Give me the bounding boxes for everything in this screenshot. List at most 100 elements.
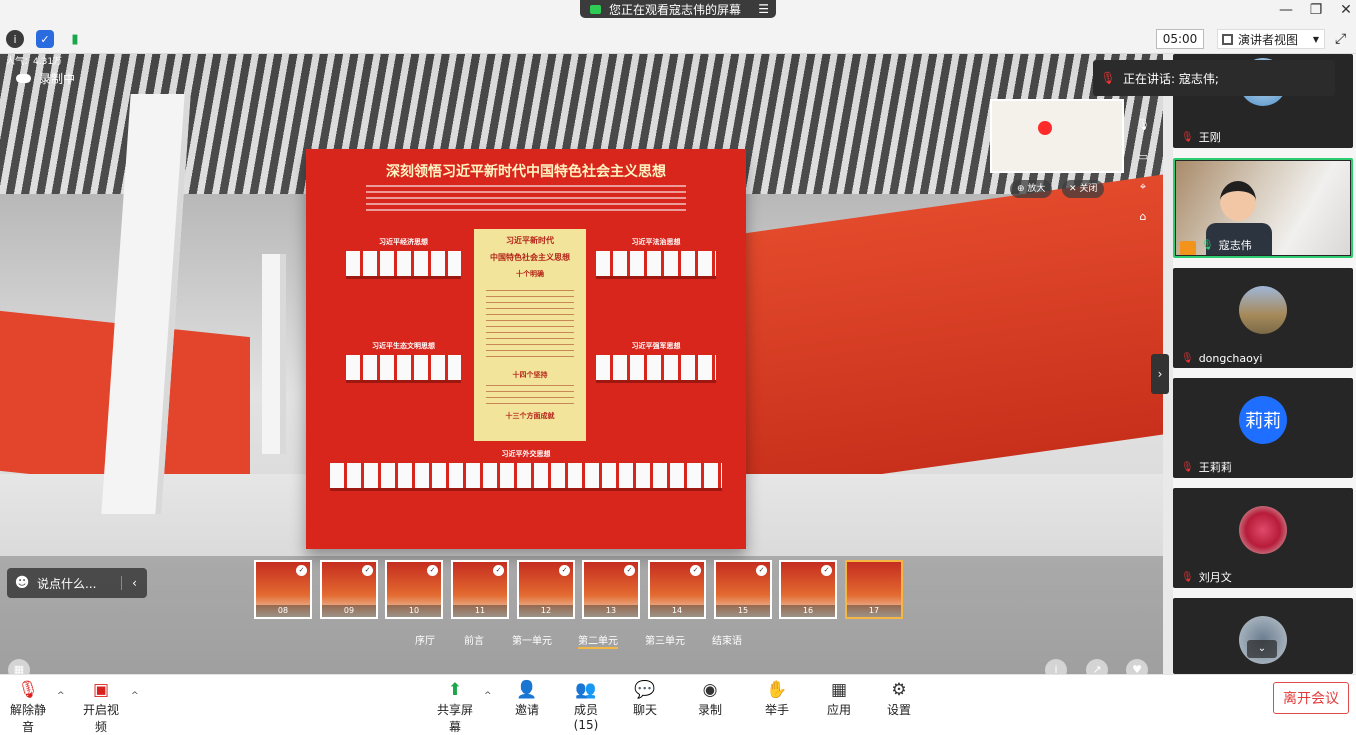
info-icon[interactable]: i (1045, 659, 1067, 674)
shield-icon[interactable]: ✓ (36, 30, 54, 48)
start-video-button[interactable]: ▣ 开启视频 (78, 680, 124, 735)
like-icon[interactable]: ♥ (1126, 659, 1148, 674)
settings-button[interactable]: ⚙ 设置 (886, 680, 912, 718)
participant-name: 🎙 王莉莉 (1181, 459, 1232, 475)
exhibit-board[interactable]: 深刻领悟习近平新时代中国特色社会主义思想 习近平经济思想 习近平法治思想 习近平… (306, 149, 746, 549)
unmute-button[interactable]: 🎙 解除静音 (6, 680, 50, 735)
participant-name: 🎙 寇志伟 (1201, 237, 1252, 253)
books (596, 355, 716, 383)
muted-mic-icon: 🎙 (1181, 571, 1194, 583)
participant-tile[interactable] (1173, 598, 1353, 674)
check-icon: ✓ (362, 565, 373, 576)
books (346, 355, 461, 383)
list-icon[interactable]: ☰ (758, 2, 769, 16)
unit-tab[interactable]: 第三单元 (645, 632, 685, 647)
unit-tab-active[interactable]: 第二单元 (578, 632, 618, 649)
chevron-left-icon[interactable]: ‹ (121, 576, 147, 590)
share-banner-text: 您正在观看寇志伟的屏幕 (609, 2, 742, 17)
scene-thumbnail[interactable]: ✓ 09 (320, 560, 378, 619)
thumb-number: 09 (322, 605, 376, 617)
minimize-button[interactable]: — (1276, 2, 1296, 18)
share-banner[interactable]: 您正在观看寇志伟的屏幕 ☰ (580, 0, 776, 18)
check-icon: ✓ (624, 565, 635, 576)
muted-mic-icon: 🎙 (17, 680, 39, 700)
participant-name-text: 王刚 (1198, 131, 1221, 144)
shared-screen[interactable]: 深刻领悟习近平新时代中国特色社会主义思想 习近平经济思想 习近平法治思想 习近平… (0, 54, 1163, 674)
thumb-number: 12 (519, 605, 573, 617)
chat-input[interactable]: ☻ 说点什么... ‹ (7, 568, 147, 598)
scene-thumbnail[interactable]: ✓ 15 (714, 560, 772, 619)
center-plaque: 习近平新时代 中国特色社会主义思想 十个明确 十四个坚持 十三个方面成就 (474, 229, 586, 441)
unit-tab[interactable]: 结束语 (712, 632, 742, 647)
scene-thumbnail[interactable]: ✓ 16 (779, 560, 837, 619)
location-icon[interactable]: ⌖ (1134, 180, 1152, 198)
shelf: 习近平外交思想 (330, 449, 722, 493)
plaque-subtitle: 十三个方面成就 (505, 412, 555, 420)
books (330, 463, 722, 491)
participant-name-text: 王莉莉 (1198, 461, 1232, 474)
unit-tab[interactable]: 第一单元 (512, 632, 552, 647)
scene-thumbnail[interactable]: ✓ 13 (582, 560, 640, 619)
microphone-icon[interactable]: 🎙 (1134, 118, 1152, 136)
thumb-number: 15 (716, 605, 770, 617)
chevron-down-icon[interactable]: ⌄ (1247, 640, 1277, 658)
scene-thumbnail[interactable]: ✓ 12 (517, 560, 575, 619)
scene-thumbnail[interactable]: ✓ 14 (648, 560, 706, 619)
close-map-label: 关闭 (1079, 184, 1098, 194)
vr-icon[interactable]: ▭ (1134, 150, 1152, 168)
check-icon: ✓ (756, 565, 767, 576)
record-button[interactable]: ◉ 录制 (697, 680, 723, 718)
close-map-button[interactable]: ✕ 关闭 (1062, 180, 1105, 198)
apps-button[interactable]: ▦ 应用 (826, 680, 852, 718)
share-icon[interactable]: ↗ (1086, 659, 1108, 674)
gear-icon: ⚙ (891, 680, 907, 700)
members-button[interactable]: 👥 成员(15) (563, 680, 609, 732)
unit-tab[interactable]: 序厅 (415, 632, 435, 647)
map-icon[interactable]: ▦ (8, 659, 30, 674)
restore-button[interactable]: ❐ (1306, 2, 1326, 18)
speaking-text: 正在讲话: 寇志伟; (1123, 71, 1219, 86)
close-button[interactable]: ✕ (1336, 2, 1356, 18)
chat-button[interactable]: 💬 聊天 (632, 680, 658, 718)
invite-label: 邀请 (514, 703, 539, 717)
chevron-up-icon[interactable]: ^ (57, 691, 65, 701)
chevron-right-icon[interactable]: › (1151, 354, 1169, 394)
fullscreen-icon[interactable]: ⤢ (1335, 31, 1346, 47)
home-icon[interactable]: ⌂ (1134, 210, 1152, 228)
scene-thumbnail[interactable]: ✓ 11 (451, 560, 509, 619)
scene-thumbnail-selected[interactable]: 17 (845, 560, 903, 619)
emoji-icon[interactable]: ☻ (7, 575, 37, 591)
settings-label: 设置 (886, 703, 911, 717)
view-mode-select[interactable]: 演讲者视图 ▼ (1217, 29, 1325, 49)
location-marker (1038, 121, 1052, 135)
participant-tile[interactable]: 🎙 刘月文 (1173, 488, 1353, 588)
panel-divider[interactable]: › (1151, 54, 1173, 674)
participant-tile[interactable]: 莉莉 🎙 王莉莉 (1173, 378, 1353, 478)
participant-name: 🎙 刘月文 (1181, 569, 1232, 585)
scene-thumbnail[interactable]: ✓ 08 (254, 560, 312, 619)
shelf-label: 习近平强军思想 (631, 342, 681, 350)
host-icon (1180, 241, 1196, 255)
minimap[interactable] (990, 99, 1124, 173)
chevron-up-icon[interactable]: ^ (484, 691, 492, 701)
chevron-up-icon[interactable]: ^ (131, 691, 139, 701)
zoom-in-label: 放大 (1027, 184, 1046, 194)
invite-button[interactable]: 👤 邀请 (513, 680, 541, 718)
plaque-subtitle: 十四个坚持 (512, 371, 548, 379)
unit-tab[interactable]: 前言 (464, 632, 484, 647)
participant-tile-active-speaker[interactable]: 🎙 寇志伟 (1173, 158, 1353, 258)
signal-icon[interactable]: ▮ (66, 30, 84, 48)
scene-thumbnail[interactable]: ✓ 10 (385, 560, 443, 619)
participant-name: 🎙 王刚 (1181, 129, 1221, 145)
shelf: 习近平法治思想 (596, 237, 716, 281)
participant-tile[interactable]: 🎙 dongchaoyi (1173, 268, 1353, 368)
check-icon: ✓ (690, 565, 701, 576)
shelf: 习近平生态文明思想 (346, 341, 461, 385)
leave-meeting-button[interactable]: 离开会议 (1273, 682, 1349, 714)
info-icon[interactable]: i (6, 30, 24, 48)
share-screen-button[interactable]: ⬆ 共享屏幕 (432, 680, 478, 735)
raise-hand-button[interactable]: ✋ 举手 (764, 680, 790, 718)
board-title: 深刻领悟习近平新时代中国特色社会主义思想 (386, 164, 666, 180)
plaque-text (486, 290, 574, 360)
zoom-in-button[interactable]: ⊕ 放大 (1010, 180, 1053, 198)
